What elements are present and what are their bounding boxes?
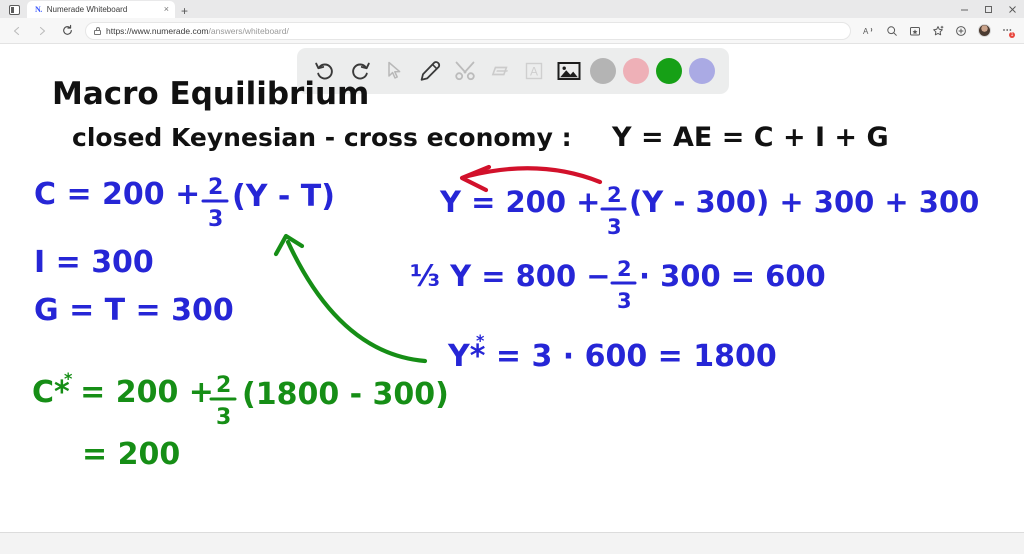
whiteboard-toolbar: A xyxy=(297,48,729,94)
update-badge: 1 xyxy=(1009,31,1015,38)
tab-title: Numerade Whiteboard xyxy=(46,5,128,14)
close-tab-icon[interactable]: × xyxy=(162,5,171,14)
browser-toolbar: https://www.numerade.com/answers/whitebo… xyxy=(0,18,1024,44)
shapes-tool[interactable] xyxy=(451,57,479,85)
y-star-asterisk: * xyxy=(476,331,485,350)
consumption-lhs: C = 200 + xyxy=(34,177,200,212)
svg-text:A: A xyxy=(530,65,538,79)
consumption-numerator: 2 xyxy=(208,175,223,200)
image-tool[interactable] xyxy=(555,57,583,85)
color-swatch-pink[interactable] xyxy=(623,58,650,84)
consumption-denominator: 3 xyxy=(208,207,223,232)
close-window-button[interactable] xyxy=(1000,0,1024,18)
pen-tool[interactable] xyxy=(416,57,444,85)
given-investment: I = 300 xyxy=(34,245,154,280)
consumption-result-line-1: C* = 200 + 2 3 (1800 - 300) xyxy=(32,373,449,430)
color-swatch-green[interactable] xyxy=(656,58,683,84)
title-bar: N. Numerade Whiteboard × + xyxy=(0,0,1024,18)
address-bar-url: https://www.numerade.com/answers/whitebo… xyxy=(106,26,289,36)
text-tool[interactable]: A xyxy=(520,57,548,85)
notes-plaintext-solution-2: 1/3 Y = 800 - 2/3 · 300 = 600 xyxy=(0,44,1,45)
solution-line-2: ⅓ Y = 800 − 2 3 · 300 = 600 xyxy=(410,257,826,313)
tab-strip: N. Numerade Whiteboard × + xyxy=(4,0,194,18)
color-swatch-gray[interactable] xyxy=(590,58,617,84)
browser-window: N. Numerade Whiteboard × + https://www.n… xyxy=(0,0,1024,554)
red-arrow-annotation xyxy=(459,164,603,193)
solution-line1-numerator: 2 xyxy=(607,183,622,207)
solution-line2-denominator: 3 xyxy=(617,289,632,313)
reload-button[interactable] xyxy=(56,21,78,41)
note-subtitle-left: closed Keynesian - cross economy : xyxy=(72,123,572,152)
collections-icon[interactable] xyxy=(904,21,926,41)
favorites-add-icon[interactable] xyxy=(927,21,949,41)
green-arrow-annotation xyxy=(273,233,428,364)
redo-button[interactable] xyxy=(346,57,374,85)
svg-text:A: A xyxy=(863,27,869,36)
solution-line1-lhs: Y = 200 + xyxy=(439,185,600,219)
eraser-tool[interactable] xyxy=(486,57,514,85)
forward-button[interactable] xyxy=(31,21,53,41)
read-aloud-icon[interactable]: A xyxy=(858,21,880,41)
notes-plaintext-cstar: C* = 200 + 2/3 (1800 - 300) xyxy=(0,44,1,45)
omnibar-icons: A 1 xyxy=(858,21,1018,41)
select-tool[interactable] xyxy=(381,57,409,85)
given-government-taxes: G = T = 300 xyxy=(34,293,234,328)
window-controls xyxy=(952,0,1024,18)
address-path: /answers/whiteboard/ xyxy=(208,25,289,36)
c-star-rhs: (1800 - 300) xyxy=(242,377,449,412)
browser-tab[interactable]: N. Numerade Whiteboard × xyxy=(27,1,175,18)
ink-layer: .hw { font-family: "DejaVu Sans", sans-s… xyxy=(32,76,979,472)
solution-line-1: Y = 200 + 2 3 (Y - 300) + 300 + 300 xyxy=(439,183,979,239)
settings-more-icon[interactable]: 1 xyxy=(996,21,1018,41)
zoom-search-icon[interactable] xyxy=(881,21,903,41)
solution-line1-denominator: 3 xyxy=(607,215,622,239)
address-host: https://www.numerade.com xyxy=(106,25,209,36)
consumption-rhs: (Y - T) xyxy=(232,179,335,214)
address-bar[interactable]: https://www.numerade.com/answers/whitebo… xyxy=(85,21,851,40)
c-star-asterisk: * xyxy=(64,369,73,388)
c-star-denominator: 3 xyxy=(216,405,231,430)
notes-plaintext-consumption: C = 200 + 2/3 (Y - T) xyxy=(0,44,1,45)
solution-line1-rhs: (Y - 300) + 300 + 300 xyxy=(629,185,979,219)
tab-search-icon xyxy=(8,5,20,15)
whiteboard-canvas[interactable]: A .hw { font-family: "DejaVu Sans", sans… xyxy=(0,44,1024,532)
lock-icon xyxy=(94,26,101,35)
minimize-button[interactable] xyxy=(952,0,976,18)
back-button[interactable] xyxy=(6,21,28,41)
solution-line2-rhs: · 300 = 600 xyxy=(639,259,826,293)
note-subtitle-right: Y = AE = C + I + G xyxy=(611,122,889,153)
add-profile-icon[interactable] xyxy=(950,21,972,41)
undo-button[interactable] xyxy=(311,57,339,85)
c-star-numerator: 2 xyxy=(216,373,231,398)
status-bar xyxy=(0,532,1024,554)
solution-line2-numerator: 2 xyxy=(617,257,632,281)
tab-search-button[interactable] xyxy=(4,2,24,18)
c-star-lhs: C* = 200 + xyxy=(32,375,214,410)
notes-plaintext-solution-1: Y = 200 + 2/3 (Y - 300) + 300 + 300 xyxy=(0,44,1,45)
solution-line2-lhs: ⅓ Y = 800 − xyxy=(410,259,611,293)
profile-avatar[interactable] xyxy=(973,21,995,41)
color-swatch-purple[interactable] xyxy=(688,58,715,84)
new-tab-button[interactable]: + xyxy=(175,5,194,18)
consumption-result-line-2: = 200 xyxy=(82,437,180,472)
solution-line-3: Y* = 3 · 600 = 1800 xyxy=(447,339,777,374)
maximize-button[interactable] xyxy=(976,0,1000,18)
given-consumption-equation: C = 200 + 2 3 (Y - T) xyxy=(34,175,335,232)
numerade-favicon: N. xyxy=(35,5,42,14)
